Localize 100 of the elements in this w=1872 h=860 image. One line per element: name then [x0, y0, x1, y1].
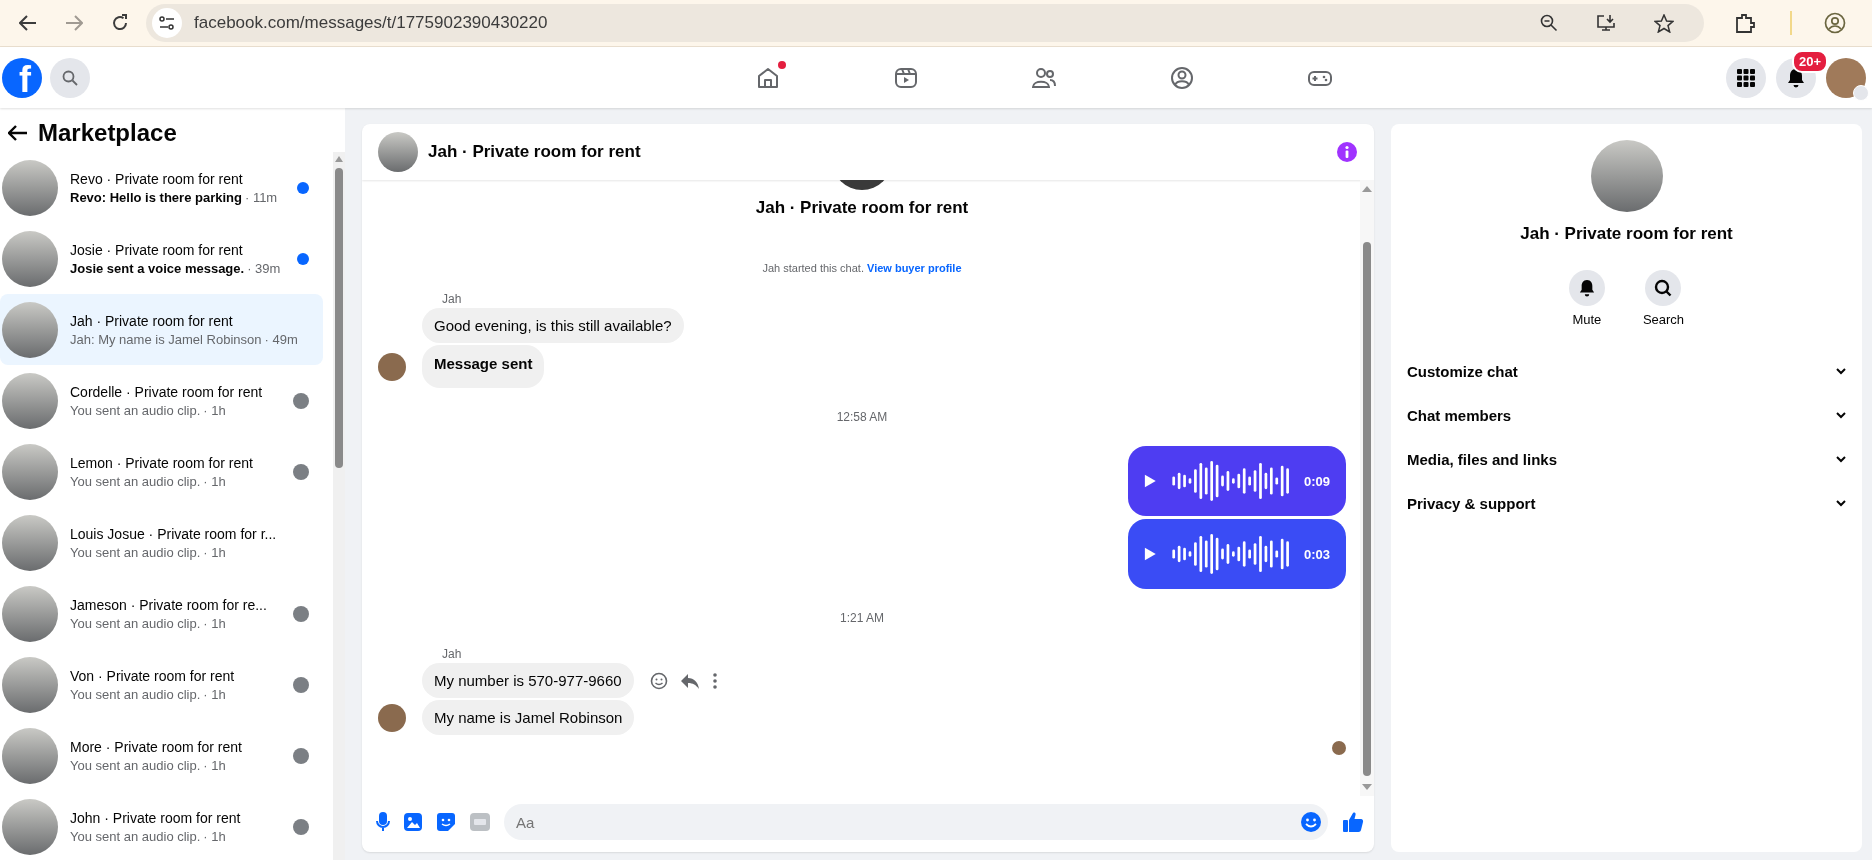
message-bubble: Message sent	[422, 345, 545, 388]
message-preview: You sent an audio clip.	[70, 473, 201, 489]
audio-message[interactable]: 0:09	[1128, 446, 1346, 516]
conversation-title: Cordelle · Private room for rent	[70, 383, 264, 400]
message-preview: Jah: My name is Jamel Robinson	[70, 331, 262, 347]
conversation-title: John · Private room for rent	[70, 809, 242, 826]
conversation-title: Von · Private room for rent	[70, 667, 236, 684]
reload-icon[interactable]	[111, 14, 129, 32]
conversation-title: Louis Josue · Private room for r...	[70, 525, 278, 542]
listing-title: Jah · Private room for rent	[755, 198, 969, 218]
info-icon[interactable]	[1336, 141, 1358, 163]
account-avatar[interactable]	[1826, 57, 1866, 98]
menu-button[interactable]	[1726, 57, 1766, 98]
buyer-profile-link[interactable]: View buyer profile	[867, 262, 962, 274]
emoji-icon[interactable]	[1300, 811, 1322, 833]
sticker-icon[interactable]	[436, 812, 456, 832]
back-icon[interactable]	[19, 15, 37, 31]
conversation-title: Revo · Private room for rent	[70, 170, 244, 187]
emoji-icon[interactable]	[649, 671, 668, 690]
conversation-item[interactable]: More · Private room for rent You sent an audio clip. · 1h	[0, 720, 323, 791]
conversation-title: Josie · Private room for rent	[70, 241, 244, 258]
facebook-logo[interactable]: f	[2, 57, 42, 98]
sender-name: Jah	[442, 647, 463, 661]
message-time: · 1h	[203, 402, 226, 418]
more-icon[interactable]	[711, 671, 718, 690]
zoom-out-icon[interactable]	[1540, 14, 1558, 32]
conversation-item[interactable]: Lemon · Private room for rent You sent an audio clip. · 1h	[0, 436, 323, 507]
message-preview: You sent an audio clip.	[70, 544, 201, 560]
microphone-icon[interactable]	[376, 812, 390, 832]
timestamp: 1:21 AM	[840, 611, 884, 625]
play-icon[interactable]	[1144, 473, 1157, 489]
conversation-item[interactable]: Jah · Private room for rent Jah: My name is Jamel Robinson · 49m	[0, 294, 323, 365]
conversation-item[interactable]: Von · Private room for rent You sent an audio clip. · 1h	[0, 649, 323, 720]
install-app-icon[interactable]	[1596, 14, 1616, 32]
chat-title: Jah · Private room for rent	[428, 142, 642, 162]
message-preview: You sent an audio clip.	[70, 402, 201, 418]
search-button[interactable]	[50, 57, 90, 98]
scroll-down-icon[interactable]	[1362, 784, 1372, 790]
grid-icon	[1737, 68, 1755, 87]
play-icon[interactable]	[1144, 546, 1157, 562]
message-bubble: Good evening, is this still available?	[422, 308, 684, 343]
message-time: · 1h	[203, 615, 226, 631]
conversation-title: More · Private room for rent	[70, 738, 243, 755]
conversation-item[interactable]: Jameson · Private room for re... You sent an audio clip. · 1h	[0, 578, 323, 649]
conversation-item[interactable]: Cordelle · Private room for rent You sent an audio clip. · 1h	[0, 365, 323, 436]
notification-count: 20+	[1791, 49, 1828, 73]
extensions-icon[interactable]	[1734, 12, 1756, 34]
message-time: · 39m	[247, 260, 281, 276]
audio-message[interactable]: 0:03	[1128, 519, 1346, 589]
sender-name: Jah	[442, 292, 463, 306]
message-preview: You sent an audio clip.	[70, 615, 201, 631]
message-preview: You sent an audio clip.	[70, 757, 201, 773]
scrollbar[interactable]	[333, 152, 345, 860]
message-time: · 49m	[264, 331, 298, 347]
chat-start-notice: Jah started this chat. View buyer profile	[761, 262, 963, 274]
site-settings-icon[interactable]	[159, 16, 175, 30]
groups-icon[interactable]	[1169, 64, 1195, 91]
message-time: · 1h	[203, 686, 226, 702]
message-bubble: My number is 570-977-9660	[422, 663, 634, 698]
section-header[interactable]: Media, files and links	[1391, 437, 1862, 481]
bell-icon	[1578, 279, 1595, 297]
timestamp: 12:58 AM	[836, 410, 888, 424]
conversation-title: Lemon · Private room for rent	[70, 454, 254, 471]
message-preview: Josie sent a voice message.	[70, 260, 245, 276]
message-time: · 1h	[203, 544, 226, 560]
conversation-item[interactable]: Louis Josue · Private room for r... You sent an audio clip. · 1h	[0, 507, 323, 578]
sidebar-title: Marketplace	[38, 119, 177, 147]
back-arrow-icon[interactable]	[8, 125, 28, 141]
message-time: · 1h	[203, 828, 226, 844]
section-header[interactable]: Chat members	[1391, 393, 1862, 437]
listing-title: Jah · Private room for rent	[1520, 224, 1733, 244]
seen-avatar	[1332, 741, 1346, 755]
forward-icon[interactable]	[65, 15, 83, 31]
image-icon[interactable]	[404, 813, 422, 831]
search-icon	[62, 69, 78, 86]
conversation-title: Jameson · Private room for re...	[70, 596, 268, 613]
conversation-title: Jah · Private room for rent	[70, 312, 234, 329]
message-time: · 11m	[244, 189, 278, 205]
avatar	[378, 703, 406, 732]
bookmark-star-icon[interactable]	[1654, 13, 1674, 33]
photo-placeholder	[378, 132, 418, 172]
message-preview: Revo: Hello is there parking	[70, 189, 242, 205]
message-time: · 1h	[203, 757, 226, 773]
scrollbar[interactable]	[1360, 180, 1374, 796]
conversation-item[interactable]: Revo · Private room for rent Revo: Hello is there parking · 11m	[0, 152, 323, 223]
scroll-up-icon[interactable]	[1362, 186, 1372, 192]
profile-icon[interactable]	[1824, 12, 1846, 34]
thumbs-up-icon[interactable]	[1342, 811, 1364, 833]
search-icon	[1654, 279, 1673, 297]
message-preview: You sent an audio clip.	[70, 828, 201, 844]
section-header[interactable]: Privacy & support	[1391, 481, 1862, 525]
conversation-item[interactable]: John · Private room for rent You sent an audio clip. · 1h	[0, 791, 323, 860]
message-input[interactable]: Aa	[504, 804, 1328, 840]
conversation-item[interactable]: Josie · Private room for rent Josie sent a voice message. · 39m	[0, 223, 323, 294]
avatar	[378, 352, 406, 381]
message-preview: You sent an audio clip.	[70, 686, 201, 702]
address-bar[interactable]: facebook.com/messages/t/1775902390430220	[146, 4, 1704, 42]
message-time: · 1h	[203, 473, 226, 489]
message-bubble: My name is Jamel Robinson	[422, 700, 635, 735]
section-header[interactable]: Customize chat	[1391, 349, 1862, 393]
